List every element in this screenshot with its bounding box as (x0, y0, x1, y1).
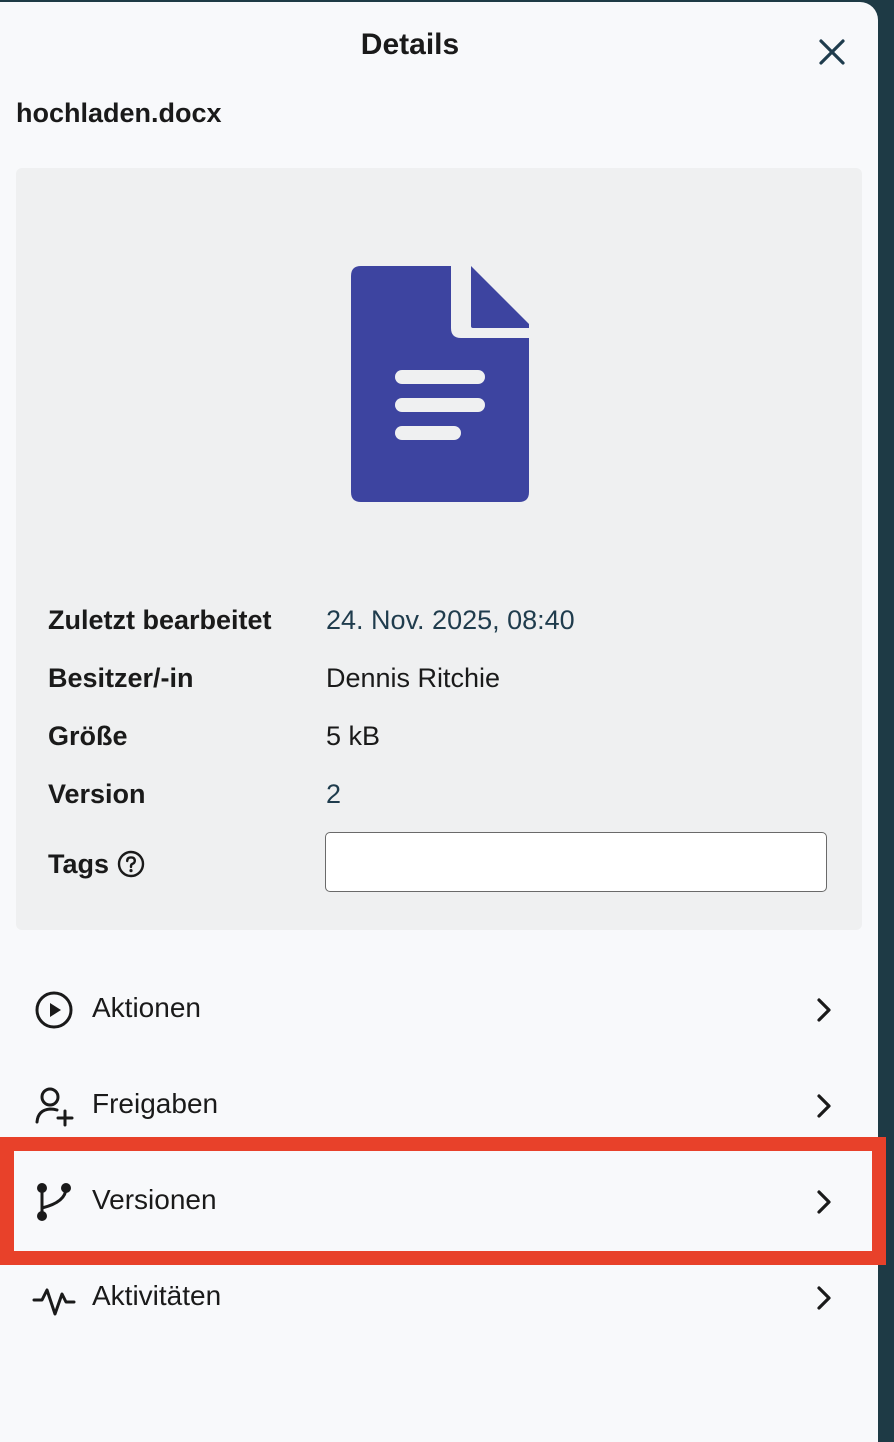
version-label: Version (48, 779, 146, 809)
nav-item-activities[interactable]: Aktivitäten (0, 1250, 878, 1346)
modified-value: 24. Nov. 2025, 08:40 (326, 605, 575, 635)
tags-input[interactable] (325, 832, 827, 892)
info-row-owner: Besitzer/-in Dennis Ritchie (48, 663, 848, 703)
help-icon[interactable] (117, 850, 145, 878)
modified-label: Zuletzt bearbeitet (48, 605, 272, 635)
tags-label: Tags (48, 849, 110, 879)
nav-item-shares[interactable]: Freigaben (0, 1058, 878, 1154)
nav-label-activities: Aktivitäten (92, 1280, 222, 1311)
close-button[interactable] (812, 32, 852, 72)
details-panel: Details hochladen.docx Zuletzt bearbeite… (0, 2, 878, 1442)
activity-pulse-icon (32, 1288, 76, 1316)
nav-label-versions: Versionen (92, 1184, 217, 1215)
nav-label-shares: Freigaben (92, 1088, 219, 1119)
info-row-modified: Zuletzt bearbeitet 24. Nov. 2025, 08:40 (48, 605, 848, 645)
version-value[interactable]: 2 (326, 779, 341, 810)
info-row-version: Version 2 (48, 779, 848, 819)
panel-title: Details (360, 28, 460, 61)
play-circle-icon (35, 991, 73, 1029)
owner-value: Dennis Ritchie (326, 663, 501, 693)
nav-item-actions[interactable]: Aktionen (0, 962, 878, 1058)
size-label: Größe (48, 721, 128, 751)
document-icon (351, 266, 529, 502)
nav-label-actions: Aktionen (92, 992, 201, 1023)
git-branch-icon (37, 1183, 71, 1221)
chevron-right-icon (817, 1094, 831, 1118)
chevron-right-icon (817, 1190, 831, 1214)
chevron-right-icon (817, 1286, 831, 1310)
tags-label-wrap: Tags (48, 849, 145, 880)
size-value: 5 kB (326, 721, 381, 751)
info-row-size: Größe 5 kB (48, 721, 848, 761)
owner-label: Besitzer/-in (48, 663, 194, 693)
file-name: hochladen.docx (16, 98, 222, 128)
file-details-card: Zuletzt bearbeitet 24. Nov. 2025, 08:40 … (16, 168, 862, 930)
user-plus-icon (35, 1087, 74, 1127)
chevron-right-icon (817, 998, 831, 1022)
nav-item-versions[interactable]: Versionen (0, 1154, 878, 1250)
close-icon[interactable] (812, 32, 852, 72)
